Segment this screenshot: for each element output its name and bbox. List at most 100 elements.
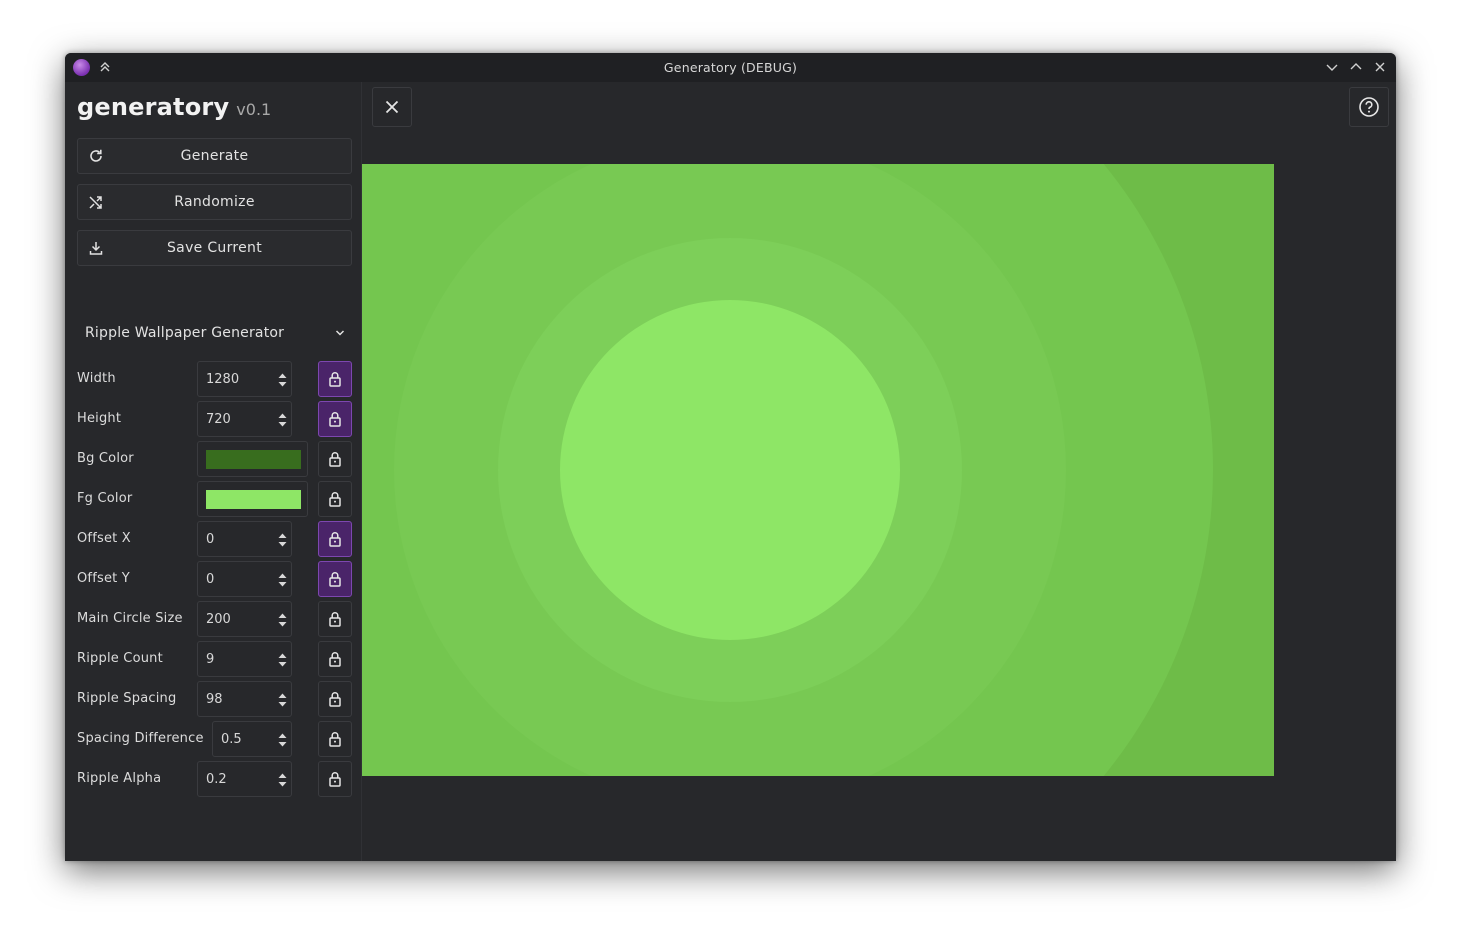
param-row-ripple-count: Ripple Count 9 xyxy=(77,641,352,677)
wallpaper-preview xyxy=(362,164,1274,776)
window-title: Generatory (DEBUG) xyxy=(663,60,798,75)
ripple-count-label: Ripple Count xyxy=(77,651,163,666)
width-lock-button[interactable] xyxy=(318,361,352,397)
spin-arrows-icon[interactable] xyxy=(278,772,287,788)
bg-color-swatch xyxy=(206,450,301,469)
save-current-button[interactable]: Save Current xyxy=(77,230,352,266)
fg-color-label: Fg Color xyxy=(77,491,133,506)
spacing-difference-label: Spacing Difference xyxy=(77,731,204,746)
help-icon xyxy=(1359,97,1379,117)
brand: generatory v0.1 xyxy=(77,93,271,121)
unlock-icon xyxy=(329,692,341,707)
unlock-icon xyxy=(329,492,341,507)
height-lock-button[interactable] xyxy=(318,401,352,437)
param-row-spacing-difference: Spacing Difference 0.5 xyxy=(77,721,352,757)
height-input[interactable]: 720 xyxy=(197,401,292,437)
height-value: 720 xyxy=(206,412,231,427)
fg-color-lock-button[interactable] xyxy=(318,481,352,517)
close-window-button[interactable] xyxy=(1371,58,1389,76)
ripple-alpha-lock-button[interactable] xyxy=(318,761,352,797)
width-input[interactable]: 1280 xyxy=(197,361,292,397)
param-row-main-circle-size: Main Circle Size 200 xyxy=(77,601,352,637)
lock-icon xyxy=(329,412,341,427)
offset-y-value: 0 xyxy=(206,572,215,587)
fg-color-swatch xyxy=(206,490,301,509)
unlock-icon xyxy=(329,732,341,747)
close-icon xyxy=(1375,62,1385,72)
spacing-difference-lock-button[interactable] xyxy=(318,721,352,757)
close-icon xyxy=(385,100,399,114)
unlock-icon xyxy=(329,772,341,787)
main-circle-size-value: 200 xyxy=(206,612,231,627)
spacing-difference-input[interactable]: 0.5 xyxy=(212,721,292,757)
offset-y-lock-button[interactable] xyxy=(318,561,352,597)
shuffle-icon xyxy=(89,196,102,209)
param-row-offset-y: Offset Y 0 xyxy=(77,561,352,597)
close-preview-button[interactable] xyxy=(372,87,412,127)
spin-arrows-icon[interactable] xyxy=(278,652,287,668)
main-circle xyxy=(560,300,900,640)
ripple-spacing-input[interactable]: 98 xyxy=(197,681,292,717)
unlock-icon xyxy=(329,612,341,627)
spin-arrows-icon[interactable] xyxy=(278,532,287,548)
maximize-button[interactable] xyxy=(1347,58,1365,76)
bg-color-picker[interactable] xyxy=(197,441,308,477)
randomize-button[interactable]: Randomize xyxy=(77,184,352,220)
offset-x-value: 0 xyxy=(206,532,215,547)
minimize-button[interactable] xyxy=(1323,58,1341,76)
unlock-icon xyxy=(329,452,341,467)
ripple-preview-image xyxy=(362,164,1274,776)
generate-label: Generate xyxy=(180,148,249,164)
download-icon xyxy=(89,242,103,255)
refresh-icon xyxy=(90,149,102,162)
bg-color-label: Bg Color xyxy=(77,451,134,466)
lock-icon xyxy=(329,572,341,587)
title-bar: Generatory (DEBUG) xyxy=(65,53,1396,82)
offset-x-input[interactable]: 0 xyxy=(197,521,292,557)
main-circle-size-label: Main Circle Size xyxy=(77,611,183,626)
width-value: 1280 xyxy=(206,372,240,387)
param-row-offset-x: Offset X 0 xyxy=(77,521,352,557)
spin-arrows-icon[interactable] xyxy=(278,612,287,628)
ripple-count-lock-button[interactable] xyxy=(318,641,352,677)
main-circle-size-lock-button[interactable] xyxy=(318,601,352,637)
chevron-up-icon xyxy=(1350,63,1362,70)
main-circle-size-input[interactable]: 200 xyxy=(197,601,292,637)
ripple-alpha-value: 0.2 xyxy=(206,772,227,787)
offset-x-label: Offset X xyxy=(77,531,131,546)
spin-arrows-icon[interactable] xyxy=(278,372,287,388)
generate-button[interactable]: Generate xyxy=(77,138,352,174)
ripple-spacing-value: 98 xyxy=(206,692,223,707)
spin-arrows-icon[interactable] xyxy=(278,572,287,588)
ripple-count-value: 9 xyxy=(206,652,215,667)
generator-select-value: Ripple Wallpaper Generator xyxy=(85,325,285,341)
spin-arrows-icon[interactable] xyxy=(278,732,287,748)
lock-icon xyxy=(329,532,341,547)
offset-y-label: Offset Y xyxy=(77,571,130,586)
ripple-spacing-label: Ripple Spacing xyxy=(77,691,177,706)
generator-select[interactable]: Ripple Wallpaper Generator xyxy=(77,315,352,351)
param-row-bg-color: Bg Color xyxy=(77,441,352,477)
offset-x-lock-button[interactable] xyxy=(318,521,352,557)
help-button[interactable] xyxy=(1349,87,1389,127)
ripple-spacing-lock-button[interactable] xyxy=(318,681,352,717)
chevron-down-icon xyxy=(1326,64,1338,71)
app-window: Generatory (DEBUG) generatory v0.1 Gener… xyxy=(65,53,1396,861)
chevron-down-icon xyxy=(335,330,345,336)
ripple-alpha-input[interactable]: 0.2 xyxy=(197,761,292,797)
brand-name: generatory xyxy=(77,93,230,121)
param-row-width: Width 1280 xyxy=(77,361,352,397)
param-row-ripple-alpha: Ripple Alpha 0.2 xyxy=(77,761,352,797)
width-label: Width xyxy=(77,371,116,386)
bg-color-lock-button[interactable] xyxy=(318,441,352,477)
spin-arrows-icon[interactable] xyxy=(278,692,287,708)
param-row-height: Height 720 xyxy=(77,401,352,437)
ripple-count-input[interactable]: 9 xyxy=(197,641,292,677)
param-row-fg-color: Fg Color xyxy=(77,481,352,517)
ripple-alpha-label: Ripple Alpha xyxy=(77,771,162,786)
lock-icon xyxy=(329,372,341,387)
unlock-icon xyxy=(329,652,341,667)
spin-arrows-icon[interactable] xyxy=(278,412,287,428)
fg-color-picker[interactable] xyxy=(197,481,308,517)
offset-y-input[interactable]: 0 xyxy=(197,561,292,597)
